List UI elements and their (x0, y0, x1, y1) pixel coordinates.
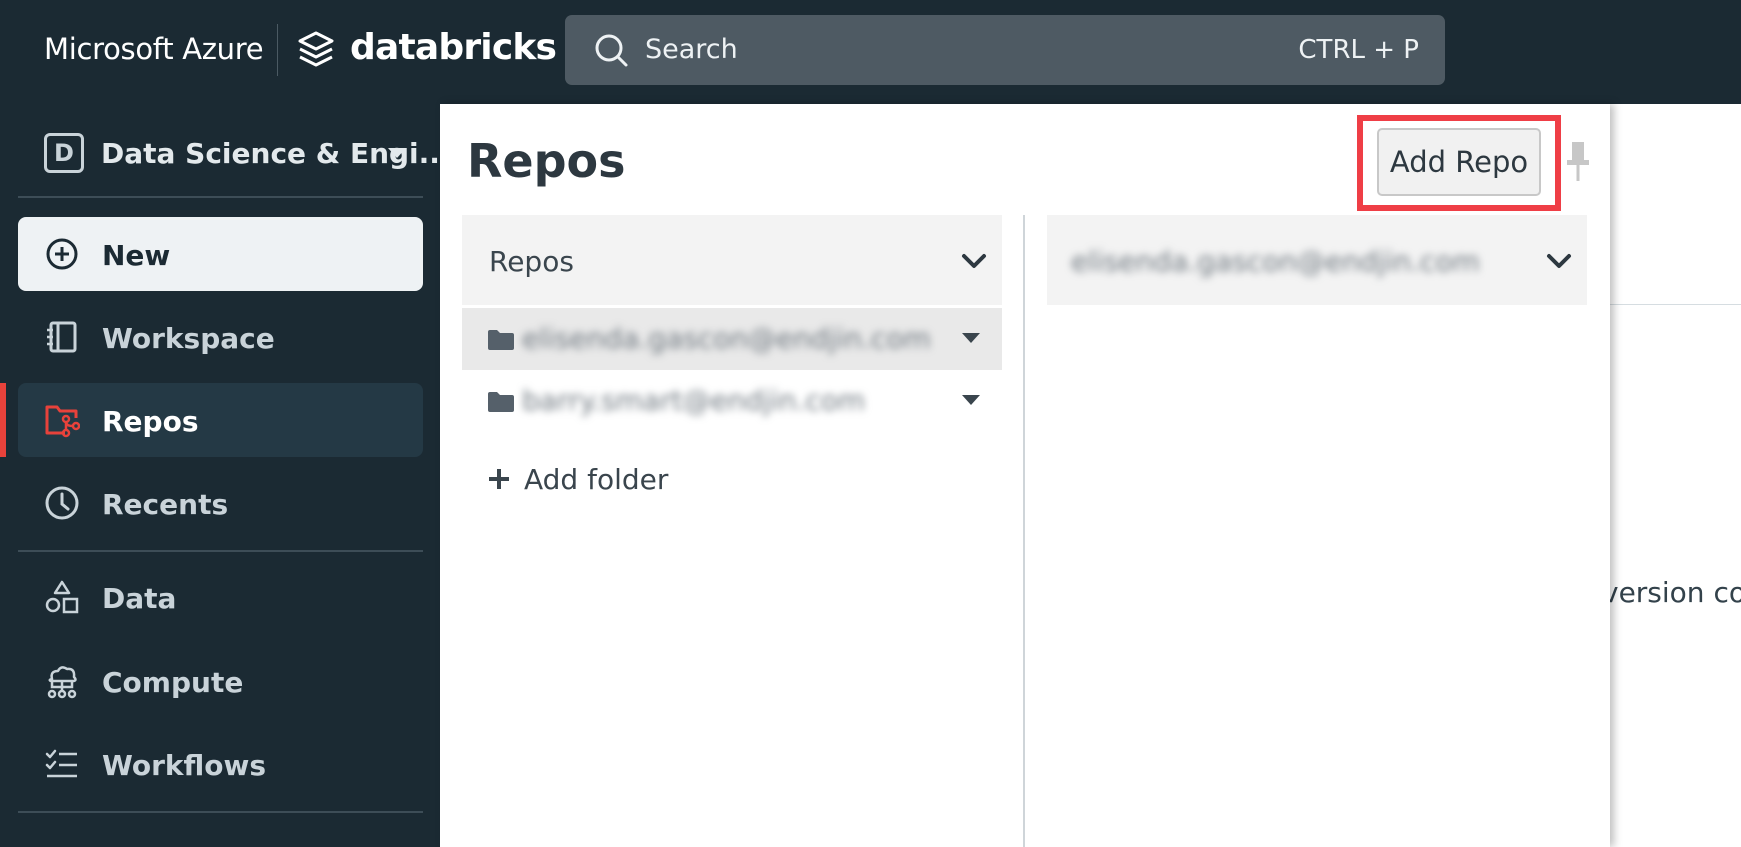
databricks-wordmark[interactable]: databricks (350, 27, 557, 68)
workspace-icon (47, 321, 77, 353)
top-bar: Microsoft Azure databricks Search CTRL +… (0, 0, 1741, 104)
sidebar-item-compute[interactable]: Compute (18, 644, 423, 718)
compute-cloud-icon (47, 666, 77, 699)
caret-down-icon[interactable] (962, 395, 980, 405)
sidebar-item-label: Workspace (102, 322, 275, 355)
sidebar-item-label: Workflows (102, 749, 267, 782)
tree-folder-row[interactable]: barry.smart@endjin.com (462, 370, 1002, 432)
sidebar-item-workflows[interactable]: Workflows (18, 727, 423, 801)
tree-folder-row[interactable]: elisenda.gascon@endjin.com (462, 308, 1002, 370)
plus-icon (489, 469, 509, 489)
pin-icon[interactable] (1564, 140, 1592, 186)
data-shapes-icon (45, 580, 79, 614)
search-shortcut-hint: CTRL + P (1298, 35, 1419, 65)
sidebar-divider (18, 550, 423, 552)
workflows-icon (45, 749, 77, 778)
caret-down-icon (388, 148, 406, 158)
background-partial-text: version con (1602, 576, 1741, 609)
folder-icon (488, 392, 514, 412)
user-folder-column-header[interactable]: elisenda.gascon@endjin.com (1047, 215, 1587, 305)
repos-column-header[interactable]: Repos (462, 215, 1002, 305)
search-icon (595, 34, 628, 67)
plus-circle-icon (46, 238, 78, 270)
column-header-label: elisenda.gascon@endjin.com (1071, 245, 1480, 278)
search-input[interactable]: Search CTRL + P (565, 15, 1445, 85)
sidebar-item-label: Compute (102, 666, 244, 699)
databricks-logo-icon[interactable] (297, 30, 335, 70)
azure-brand: Microsoft Azure (44, 32, 264, 66)
sidebar-divider (18, 196, 423, 198)
add-repo-button[interactable]: Add Repo (1377, 128, 1541, 196)
chevron-down-icon (962, 254, 986, 268)
sidebar-item-data[interactable]: Data (18, 560, 423, 634)
brand-divider (277, 24, 278, 76)
panel-title: Repos (467, 134, 626, 188)
add-folder-label: Add folder (524, 463, 669, 496)
sidebar-divider (18, 811, 423, 813)
repos-tree-column: Repos elisenda.gascon@endjin.com barry.s… (462, 215, 1002, 847)
repos-icon (45, 405, 80, 438)
sidebar-item-label: Repos (102, 405, 199, 438)
sidebar-item-workspace[interactable]: Workspace (18, 300, 423, 374)
sidebar-item-label: Recents (102, 488, 229, 521)
repos-panel: Repos Add Repo Repos elisenda.gascon@end… (440, 104, 1610, 847)
background-page: version con (1602, 104, 1741, 847)
active-indicator (0, 383, 6, 457)
column-header-label: Repos (489, 245, 574, 278)
folder-label: elisenda.gascon@endjin.com (522, 322, 931, 355)
new-button[interactable]: New (18, 217, 423, 291)
background-divider (1610, 304, 1741, 305)
clock-icon (45, 486, 79, 520)
sidebar: D Data Science & Engi... New Workspace R… (0, 104, 451, 847)
add-folder-button[interactable]: Add folder (462, 455, 702, 505)
folder-label: barry.smart@endjin.com (522, 384, 866, 417)
caret-down-icon[interactable] (962, 333, 980, 343)
workspace-persona-switcher[interactable]: D Data Science & Engi... (44, 130, 451, 176)
sidebar-item-label: Data (102, 582, 177, 615)
chevron-down-icon (1547, 254, 1571, 268)
new-button-label: New (102, 239, 171, 272)
column-divider[interactable] (1023, 215, 1025, 847)
sidebar-item-repos[interactable]: Repos (18, 383, 423, 457)
search-placeholder: Search (645, 34, 738, 65)
persona-badge: D (44, 133, 84, 173)
sidebar-item-recents[interactable]: Recents (18, 466, 423, 540)
folder-icon (488, 330, 514, 350)
